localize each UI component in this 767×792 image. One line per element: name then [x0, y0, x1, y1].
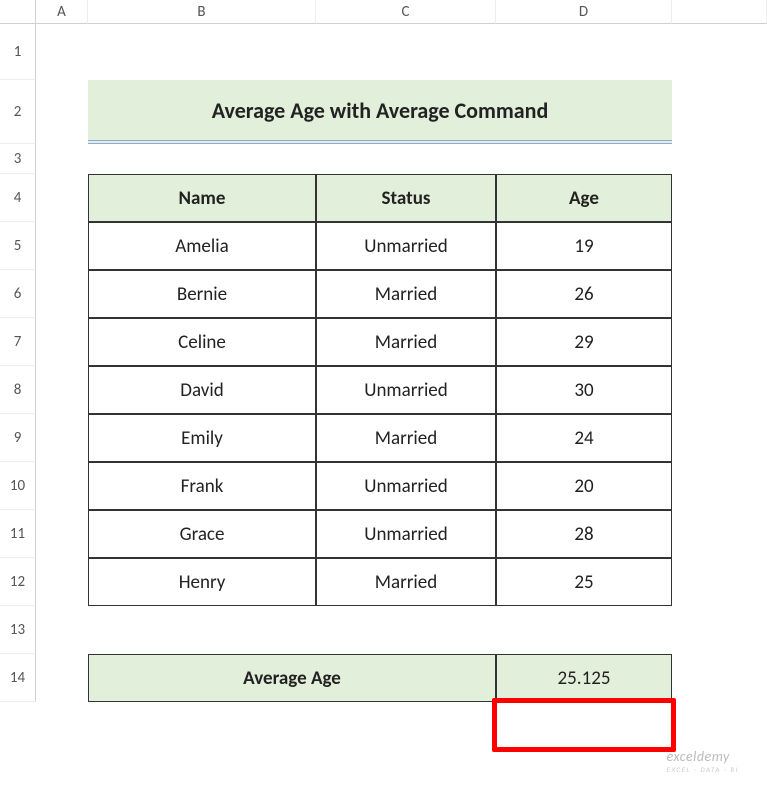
cell-name[interactable]: Bernie: [88, 270, 316, 318]
cell-blank[interactable]: [672, 510, 767, 558]
cell-blank[interactable]: [672, 654, 767, 702]
cell-blank[interactable]: [36, 462, 88, 510]
row-header-5[interactable]: 5: [0, 222, 36, 270]
cell-blank[interactable]: [672, 558, 767, 606]
cell-blank[interactable]: [672, 222, 767, 270]
cell-blank[interactable]: [672, 414, 767, 462]
corner-cell: [0, 0, 36, 24]
cell-blank[interactable]: [36, 654, 88, 702]
cell-age[interactable]: 24: [496, 414, 672, 462]
cell-blank[interactable]: [672, 80, 767, 144]
row-header-7[interactable]: 7: [0, 318, 36, 366]
cell-a2[interactable]: [36, 80, 88, 144]
row-header-6[interactable]: 6: [0, 270, 36, 318]
header-age[interactable]: Age: [496, 174, 672, 222]
watermark: exceldemy EXCEL · DATA · BI: [667, 748, 739, 774]
cell-age[interactable]: 19: [496, 222, 672, 270]
row-header-11[interactable]: 11: [0, 510, 36, 558]
average-value[interactable]: 25.125: [496, 654, 672, 702]
cell-blank[interactable]: [672, 366, 767, 414]
cell-status[interactable]: Unmarried: [316, 462, 496, 510]
cell-name[interactable]: Celine: [88, 318, 316, 366]
cell-status[interactable]: Unmarried: [316, 222, 496, 270]
row-header-3[interactable]: 3: [0, 144, 36, 174]
cell-name[interactable]: Henry: [88, 558, 316, 606]
col-header-d[interactable]: D: [496, 0, 672, 24]
cell-blank[interactable]: [36, 558, 88, 606]
cell-blank[interactable]: [36, 510, 88, 558]
watermark-main: exceldemy: [667, 748, 730, 765]
cell-age[interactable]: 30: [496, 366, 672, 414]
cell-blank[interactable]: [672, 174, 767, 222]
row-header-2[interactable]: 2: [0, 80, 36, 144]
cell-blank[interactable]: [672, 462, 767, 510]
col-header-blank: [672, 0, 767, 24]
cell-blank[interactable]: [36, 318, 88, 366]
header-status[interactable]: Status: [316, 174, 496, 222]
cell-age[interactable]: 25: [496, 558, 672, 606]
cell-blank[interactable]: [672, 318, 767, 366]
row-header-8[interactable]: 8: [0, 366, 36, 414]
cell-status[interactable]: Married: [316, 318, 496, 366]
cell-a4[interactable]: [36, 174, 88, 222]
cell-name[interactable]: David: [88, 366, 316, 414]
highlight-box: [492, 698, 676, 752]
cell-name[interactable]: Frank: [88, 462, 316, 510]
header-name[interactable]: Name: [88, 174, 316, 222]
cell-name[interactable]: Amelia: [88, 222, 316, 270]
cell-blank[interactable]: [36, 144, 767, 174]
row-header-9[interactable]: 9: [0, 414, 36, 462]
cell-blank[interactable]: [36, 606, 767, 654]
cell-age[interactable]: 26: [496, 270, 672, 318]
row-header-13[interactable]: 13: [0, 606, 36, 654]
cell-status[interactable]: Unmarried: [316, 366, 496, 414]
cell-age[interactable]: 29: [496, 318, 672, 366]
title-cell[interactable]: Average Age with Average Command: [88, 80, 672, 144]
cell-age[interactable]: 28: [496, 510, 672, 558]
row-header-10[interactable]: 10: [0, 462, 36, 510]
cell-status[interactable]: Married: [316, 558, 496, 606]
col-header-c[interactable]: C: [316, 0, 496, 24]
cell-status[interactable]: Married: [316, 414, 496, 462]
cell-status[interactable]: Unmarried: [316, 510, 496, 558]
average-label[interactable]: Average Age: [88, 654, 496, 702]
cell-status[interactable]: Married: [316, 270, 496, 318]
row-header-12[interactable]: 12: [0, 558, 36, 606]
cell-age[interactable]: 20: [496, 462, 672, 510]
cell-blank[interactable]: [36, 24, 767, 80]
cell-blank[interactable]: [36, 366, 88, 414]
cell-blank[interactable]: [36, 270, 88, 318]
cell-blank[interactable]: [36, 414, 88, 462]
watermark-sub: EXCEL · DATA · BI: [667, 765, 739, 774]
cell-name[interactable]: Grace: [88, 510, 316, 558]
col-header-a[interactable]: A: [36, 0, 88, 24]
cell-blank[interactable]: [36, 222, 88, 270]
row-header-1[interactable]: 1: [0, 24, 36, 80]
col-header-b[interactable]: B: [88, 0, 316, 24]
row-header-4[interactable]: 4: [0, 174, 36, 222]
cell-name[interactable]: Emily: [88, 414, 316, 462]
row-header-14[interactable]: 14: [0, 654, 36, 702]
spreadsheet-grid: A B C D 1 2 Average Age with Average Com…: [0, 0, 767, 702]
cell-blank[interactable]: [672, 270, 767, 318]
